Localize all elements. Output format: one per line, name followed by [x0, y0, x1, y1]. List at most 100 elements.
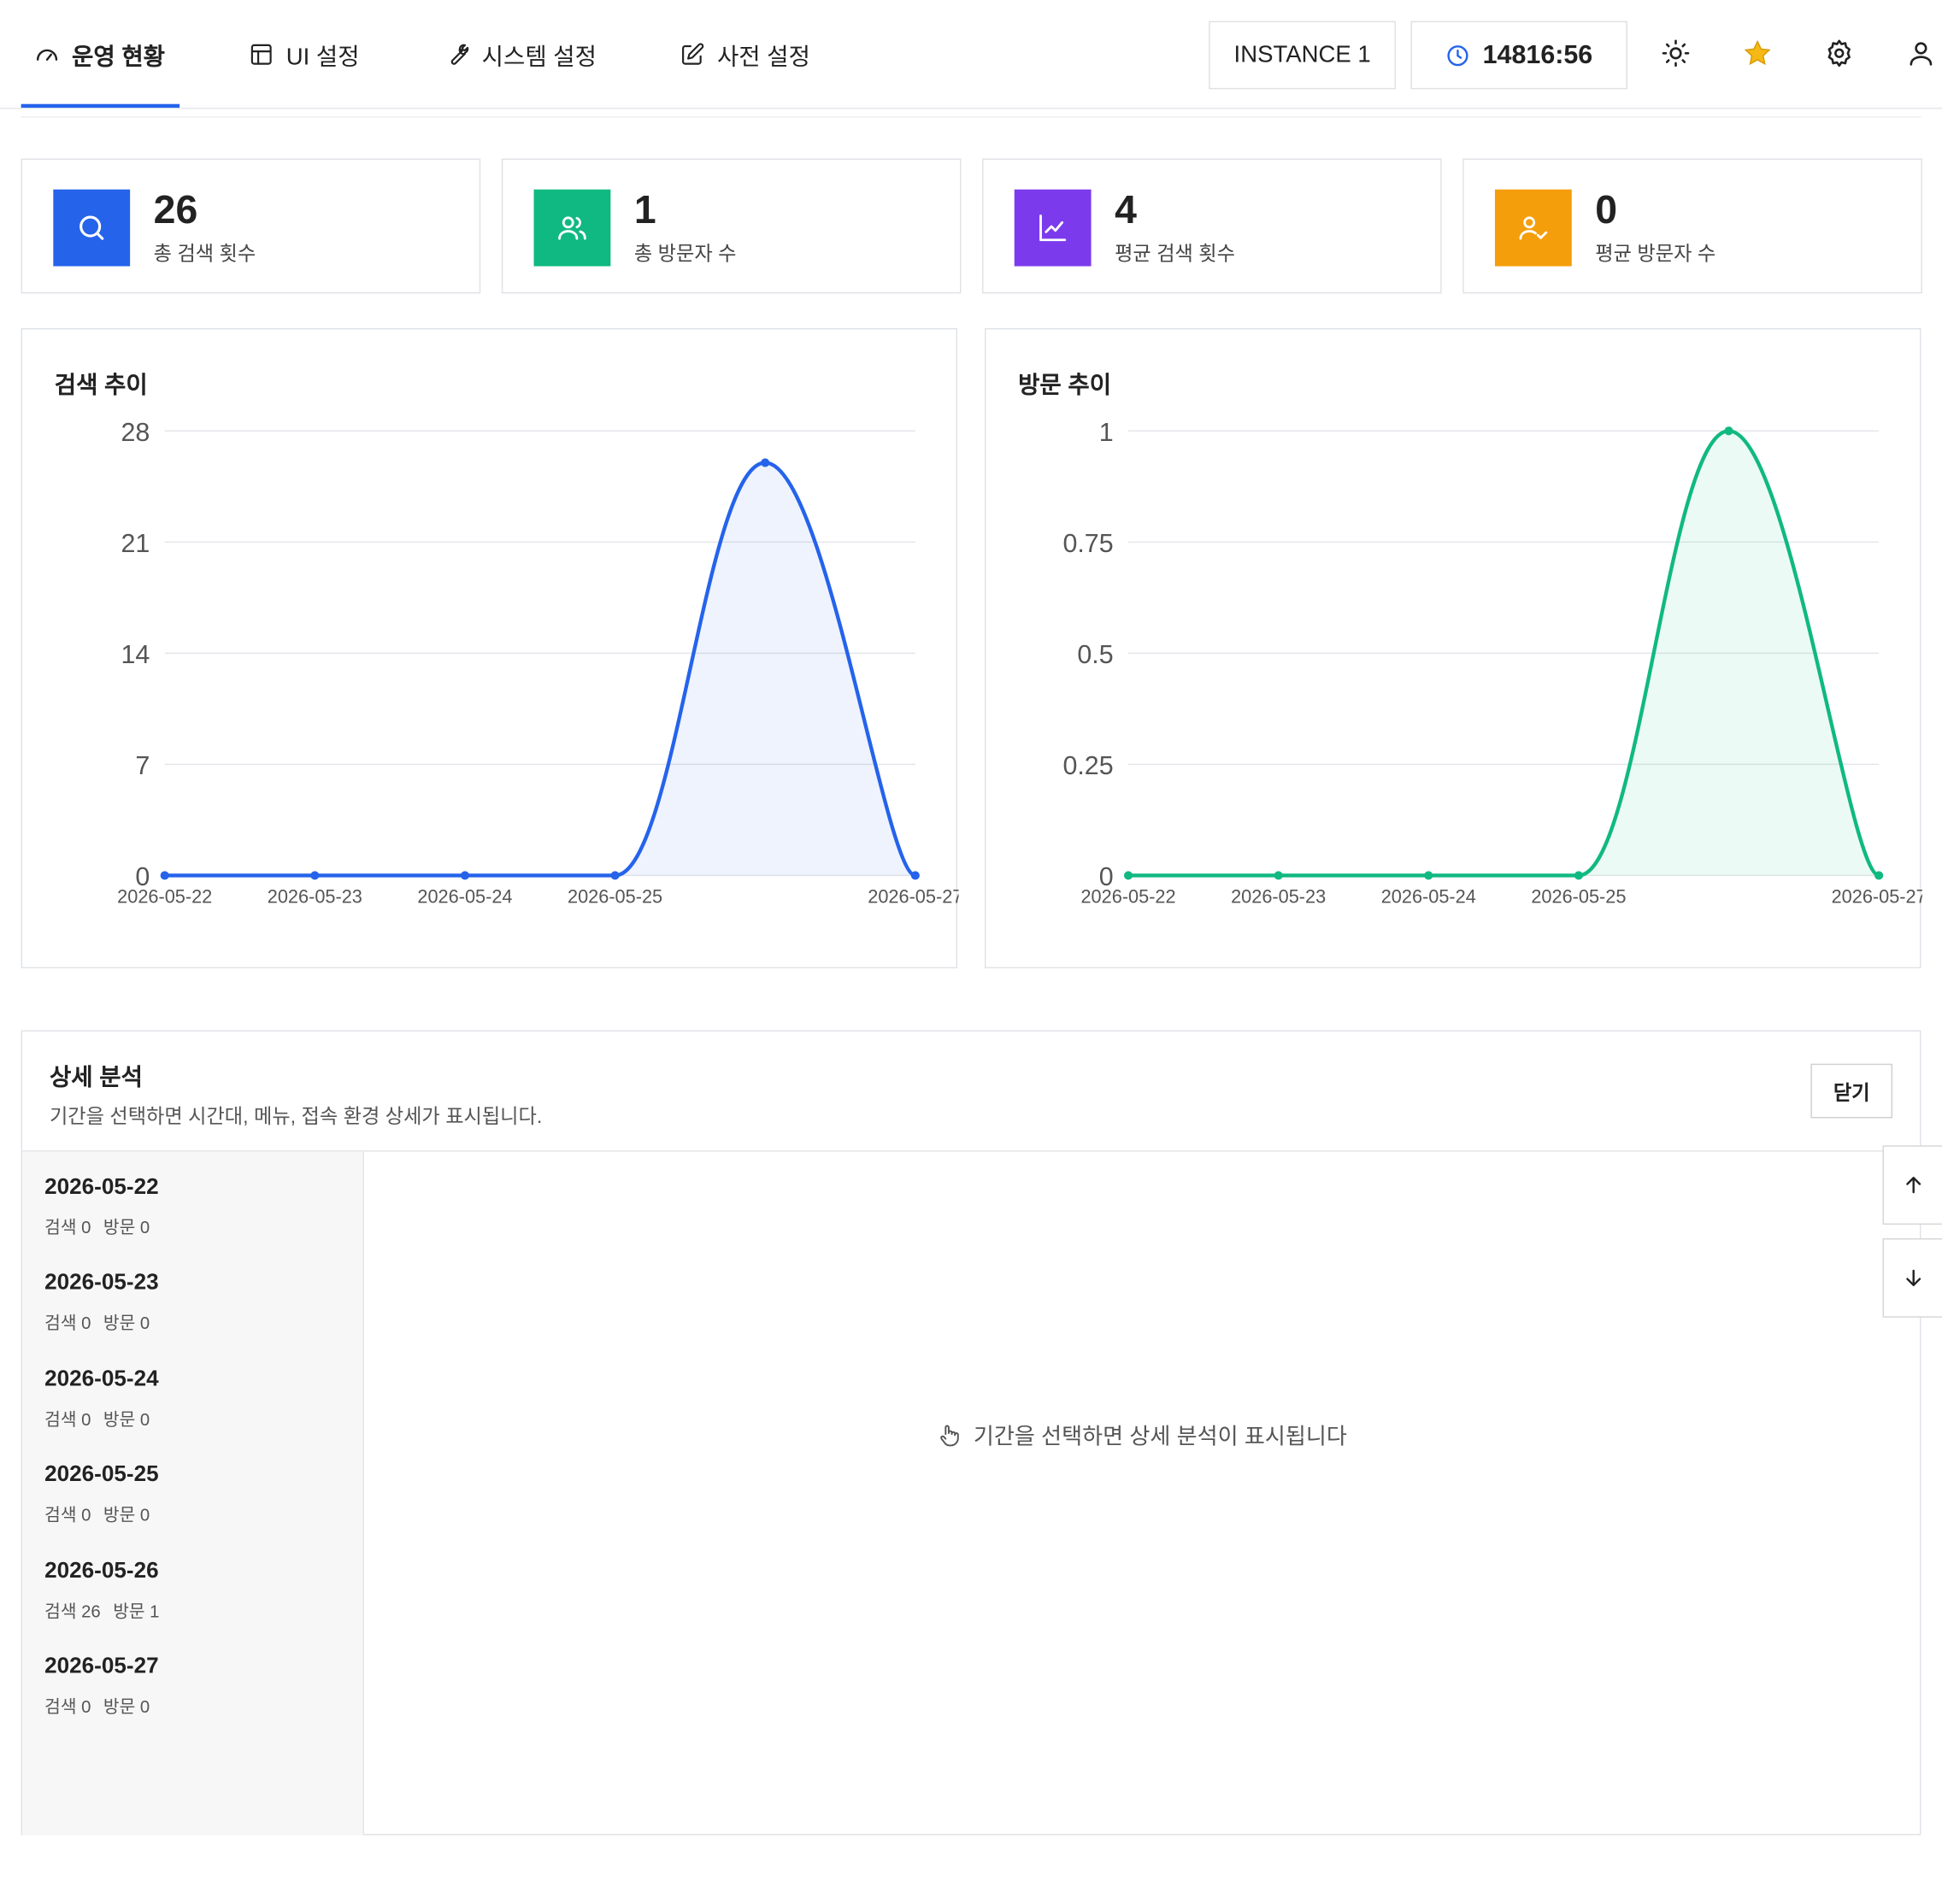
- tab-label: 운영 현황: [72, 44, 166, 70]
- layout-icon: [250, 44, 272, 65]
- y-tick-label: 1: [1099, 418, 1114, 447]
- date-list: 2026-05-22 검색 0 방문 0 2026-05-23 검색 0 방문 0 …: [22, 1151, 365, 1836]
- chart-title: 검색 추이: [54, 373, 148, 399]
- scroll-up-button[interactable]: [1882, 1145, 1942, 1225]
- detail-analysis-panel: 상세 분석 기간을 선택하면 시간대, 메뉴, 접속 환경 상세가 표시됩니다.…: [21, 1030, 1921, 1836]
- dashboard-page: 운영 현황 UI 설정 시스템 설정 사전 설정 INSTANCE 1 1481…: [0, 0, 1942, 1904]
- stat-icon-box: [1014, 189, 1092, 267]
- data-point[interactable]: [310, 871, 320, 880]
- data-point[interactable]: [160, 871, 169, 880]
- date-label: 2026-05-24: [44, 1366, 159, 1391]
- tab-ui-settings[interactable]: UI 설정: [249, 0, 360, 109]
- date-list-item[interactable]: 2026-05-25 검색 0 방문 0: [44, 1461, 162, 1527]
- x-tick-label: 2026-05-23: [268, 885, 362, 907]
- search-count: 검색 26: [44, 1601, 101, 1621]
- stat-value: 1: [633, 186, 656, 232]
- date-list-item[interactable]: 2026-05-26 검색 26 방문 1: [44, 1558, 172, 1624]
- x-tick-label: 2026-05-24: [417, 885, 512, 907]
- clock-icon: [1447, 44, 1468, 66]
- x-tick-label: 2026-05-25: [568, 885, 662, 907]
- y-tick-label: 0.25: [1062, 751, 1113, 780]
- search-count: 검색 0: [44, 1408, 91, 1430]
- wrench-icon: [450, 44, 469, 65]
- data-point[interactable]: [460, 871, 470, 880]
- detail-subtitle: 기간을 선택하면 시간대, 메뉴, 접속 환경 상세가 표시됩니다.: [49, 1107, 543, 1129]
- instance-label: INSTANCE 1: [1233, 41, 1371, 68]
- date-label: 2026-05-26: [44, 1557, 159, 1583]
- date-list-item[interactable]: 2026-05-27 검색 0 방문 0: [44, 1653, 162, 1719]
- series-area: [164, 462, 915, 876]
- data-point[interactable]: [610, 871, 620, 880]
- data-point[interactable]: [1724, 426, 1733, 436]
- hand-pointer-icon: [940, 1425, 959, 1447]
- y-tick-label: 14: [121, 640, 150, 669]
- date-list-item[interactable]: 2026-05-23 검색 0 방문 0: [44, 1269, 162, 1335]
- y-tick-label: 21: [121, 529, 150, 558]
- theme-toggle-button[interactable]: [1657, 35, 1694, 72]
- empty-message: 기간을 선택하면 상세 분석이 표시됩니다: [973, 1424, 1347, 1449]
- stat-value: 4: [1115, 186, 1137, 232]
- chart-title: 방문 추이: [1018, 373, 1112, 399]
- visit-count: 방문 0: [103, 1504, 150, 1525]
- date-list-item[interactable]: 2026-05-22 검색 0 방문 0: [44, 1174, 162, 1240]
- visit-count: 방문 0: [103, 1217, 150, 1237]
- stat-card-avg-visitors: 0 평균 방문자 수: [1462, 158, 1922, 294]
- data-point[interactable]: [910, 871, 920, 880]
- date-label: 2026-05-25: [44, 1460, 159, 1486]
- stat-label: 총 검색 횟수: [153, 244, 256, 266]
- top-nav: 운영 현황 UI 설정 시스템 설정 사전 설정 INSTANCE 1 1481…: [0, 0, 1942, 109]
- y-tick-label: 28: [121, 418, 150, 447]
- visit-count: 방문 0: [103, 1696, 150, 1717]
- empty-state: 기간을 선택하면 상세 분석이 표시됩니다: [936, 1419, 1347, 1452]
- data-point[interactable]: [1274, 871, 1283, 880]
- stat-card-avg-searches: 4 평균 검색 횟수: [982, 158, 1442, 294]
- search-count: 검색 0: [44, 1312, 91, 1333]
- search-trend-panel: 0 7 14 21 28 2026-05-22 2026-05-23 2026-05-24 20…: [21, 327, 959, 969]
- date-list-item[interactable]: 2026-05-24 검색 0 방문 0: [44, 1366, 162, 1431]
- search-trend-chart: 071421282026-05-22 2026-05-23 2026-05-24 20…: [117, 418, 958, 907]
- divider: [21, 116, 1921, 118]
- y-tick-label: 0.5: [1077, 640, 1113, 669]
- line-chart-icon: [1039, 214, 1067, 242]
- stat-value: 26: [153, 186, 198, 232]
- data-point[interactable]: [1123, 871, 1133, 880]
- y-tick-label: 0.75: [1062, 529, 1113, 558]
- tab-label: UI 설정: [285, 44, 360, 70]
- visit-count: 방문 0: [103, 1408, 150, 1430]
- user-check-icon: [1519, 216, 1548, 240]
- stat-icon-box: [533, 189, 611, 267]
- data-point[interactable]: [761, 458, 770, 467]
- visit-trend-panel: 0 0.25 0.5 0.75 1 2026-05-22 2026-05-23 2026-05…: [984, 327, 1922, 969]
- tab-system-settings[interactable]: 시스템 설정: [444, 0, 597, 109]
- x-tick-label: 2026-05-27: [1832, 885, 1922, 907]
- arrow-down-icon: [1906, 1269, 1921, 1287]
- tab-operations-status[interactable]: 운영 현황: [35, 0, 165, 109]
- visit-count: 방문 1: [113, 1601, 160, 1621]
- favorite-button[interactable]: [1739, 35, 1775, 72]
- timer-value: 14816:56: [1482, 40, 1593, 69]
- detail-title: 상세 분석: [49, 1065, 143, 1091]
- settings-button[interactable]: [1821, 35, 1857, 72]
- search-count: 검색 0: [44, 1696, 91, 1717]
- star-icon: [1744, 39, 1771, 66]
- x-tick-label: 2026-05-22: [117, 885, 212, 907]
- visit-trend-chart: 00.250.50.7512026-05-22 2026-05-23 2026-05…: [1062, 418, 1922, 907]
- user-menu-button[interactable]: [1903, 35, 1939, 72]
- data-point[interactable]: [1874, 871, 1884, 880]
- session-timer: 14816:56: [1410, 21, 1627, 90]
- user-icon: [1910, 42, 1933, 66]
- scroll-down-button[interactable]: [1882, 1238, 1942, 1318]
- stat-card-total-searches: 26 총 검색 횟수: [21, 158, 481, 294]
- data-point[interactable]: [1574, 871, 1583, 880]
- stat-value: 0: [1595, 186, 1618, 232]
- tab-dictionary-settings[interactable]: 사전 설정: [680, 0, 810, 109]
- dashboard-gauge-icon: [36, 49, 58, 62]
- data-point[interactable]: [1424, 871, 1433, 880]
- edit-icon: [682, 43, 704, 65]
- stat-icon-box: [1494, 189, 1572, 267]
- close-label: 닫기: [1833, 1083, 1870, 1105]
- sun-icon: [1662, 39, 1690, 68]
- close-button[interactable]: 닫기: [1810, 1063, 1893, 1119]
- instance-selector-button[interactable]: INSTANCE 1: [1209, 21, 1397, 90]
- search-count: 검색 0: [44, 1504, 91, 1525]
